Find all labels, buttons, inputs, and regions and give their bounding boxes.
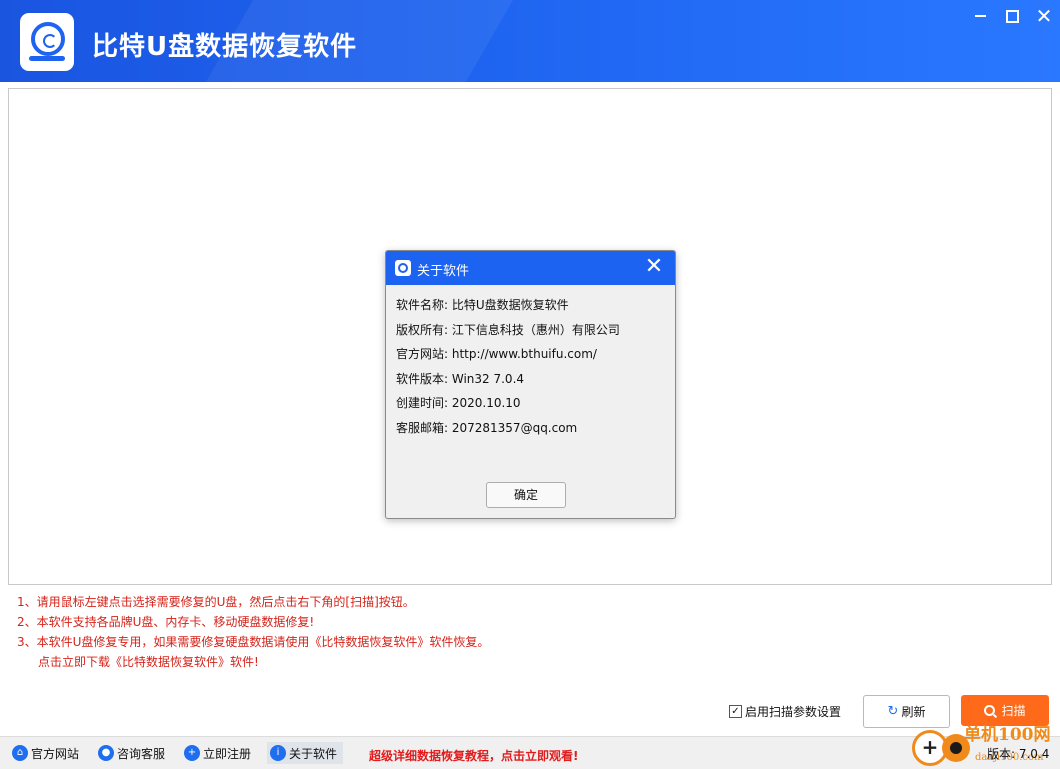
app-logo-icon bbox=[20, 13, 74, 71]
title-bar: 比特U盘数据恢复软件 ✕ bbox=[0, 0, 1060, 82]
official-site-link[interactable]: ⌂ 官方网站 bbox=[12, 742, 79, 764]
dialog-title-bar: 关于软件 ✕ bbox=[386, 251, 675, 285]
chat-icon: ● bbox=[98, 745, 114, 761]
about-software-label: 关于软件 bbox=[289, 746, 338, 761]
tutorial-link[interactable]: 超级详细数据恢复教程，点击立即观看! bbox=[369, 747, 578, 764]
support-email-row: 客服邮箱: 207281357@qq.com bbox=[396, 420, 578, 435]
note-3: 3、本软件U盘修复专用，如果需要修复硬盘数据请使用《比特数据恢复软件》软件恢复。 bbox=[17, 635, 490, 649]
refresh-label: 刷新 bbox=[901, 705, 926, 719]
scan-settings-option[interactable]: ✓ 启用扫描参数设置 bbox=[729, 703, 841, 720]
window-controls: ✕ bbox=[964, 0, 1060, 32]
close-button[interactable]: ✕ bbox=[1028, 0, 1060, 32]
maximize-icon bbox=[1005, 9, 1019, 23]
scan-settings-checkbox[interactable]: ✓ bbox=[729, 705, 742, 718]
user-icon: + bbox=[184, 745, 200, 761]
customer-service-link[interactable]: ● 咨询客服 bbox=[98, 742, 165, 764]
note-2: 2、本软件支持各品牌U盘、内存卡、移动硬盘数据修复! bbox=[17, 615, 315, 629]
watermark-text: 单机100网 bbox=[964, 725, 1051, 745]
dialog-body: 软件名称: 比特U盘数据恢复软件 版权所有: 江下信息科技（惠州）有限公司 官方… bbox=[386, 285, 675, 440]
scan-label: 扫描 bbox=[1001, 704, 1026, 718]
refresh-button[interactable]: ↻ 刷新 bbox=[863, 695, 950, 728]
download-link[interactable]: 点击立即下载《比特数据恢复软件》软件! bbox=[17, 652, 489, 672]
close-icon: ✕ bbox=[1035, 4, 1053, 28]
instruction-notes: 1、请用鼠标左键点击选择需要修复的U盘，然后点击右下角的[扫描]按钮。 2、本软… bbox=[17, 592, 489, 672]
register-label: 立即注册 bbox=[203, 746, 252, 761]
customer-service-label: 咨询客服 bbox=[117, 746, 166, 761]
about-software-link[interactable]: i 关于软件 bbox=[267, 742, 344, 764]
register-link[interactable]: + 立即注册 bbox=[184, 742, 251, 764]
minimize-button[interactable] bbox=[964, 0, 996, 32]
bottom-bar: ⌂ 官方网站 ● 咨询客服 + 立即注册 i 关于软件 超级详细数据恢复教程，点… bbox=[0, 736, 1060, 769]
dialog-app-icon bbox=[395, 260, 411, 276]
note-1: 1、请用鼠标左键点击选择需要修复的U盘，然后点击右下角的[扫描]按钮。 bbox=[17, 595, 415, 609]
app-title: 比特U盘数据恢复软件 bbox=[92, 32, 358, 62]
dialog-close-icon[interactable]: ✕ bbox=[641, 254, 667, 280]
version-label: 版本: 7.0.4 bbox=[987, 747, 1050, 761]
dialog-title: 关于软件 bbox=[417, 264, 470, 279]
scan-settings-label: 启用扫描参数设置 bbox=[745, 705, 842, 719]
ok-button[interactable]: 确定 bbox=[486, 482, 566, 508]
home-icon: ⌂ bbox=[12, 745, 28, 761]
search-icon bbox=[984, 705, 996, 716]
info-icon: i bbox=[270, 745, 286, 761]
about-dialog: 关于软件 ✕ 软件名称: 比特U盘数据恢复软件 版权所有: 江下信息科技（惠州）… bbox=[385, 250, 676, 519]
website-row: 官方网站: http://www.bthuifu.com/ bbox=[396, 347, 597, 361]
version-row: 软件版本: Win32 7.0.4 bbox=[396, 371, 525, 386]
created-date-row: 创建时间: 2020.10.10 bbox=[396, 396, 521, 410]
copyright-row: 版权所有: 江下信息科技（惠州）有限公司 bbox=[396, 322, 620, 337]
minimize-icon bbox=[974, 15, 986, 17]
refresh-icon: ↻ bbox=[887, 704, 899, 719]
software-name-row: 软件名称: 比特U盘数据恢复软件 bbox=[396, 298, 569, 312]
official-site-label: 官方网站 bbox=[31, 746, 80, 761]
maximize-button[interactable] bbox=[996, 0, 1028, 32]
